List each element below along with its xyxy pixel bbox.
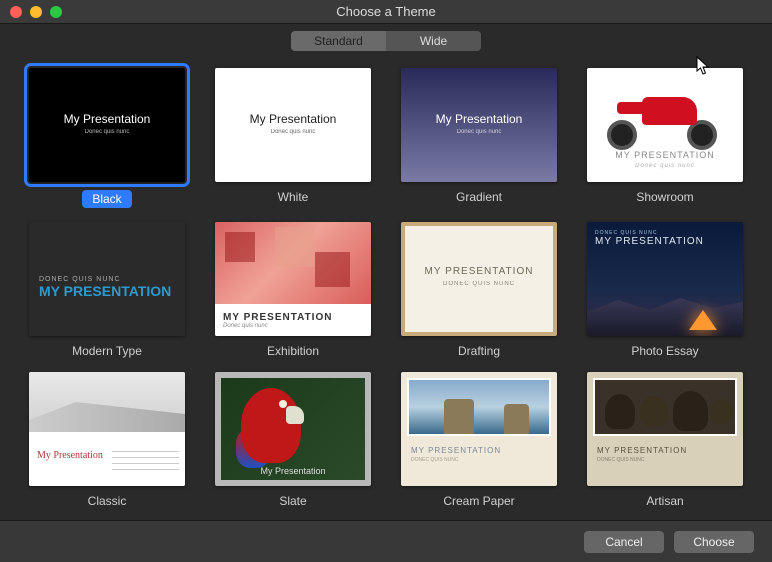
preview-subtitle: DONEC QUIS NUNC	[411, 457, 501, 463]
footer-bar: Cancel Choose	[0, 520, 772, 562]
theme-gallery: My Presentation Donec quis nunc Black My…	[0, 58, 772, 520]
preview-subtitle: Donec quis nunc	[223, 323, 371, 329]
preview-title: MY PRESENTATION	[223, 312, 371, 323]
preview-title: My Presentation	[29, 112, 185, 126]
theme-modern-type[interactable]: DONEC QUIS NUNC MY PRESENTATION Modern T…	[28, 222, 186, 358]
theme-label: Exhibition	[267, 344, 319, 358]
segment-standard[interactable]: Standard	[291, 31, 386, 51]
preview-title: My Presentation	[215, 112, 371, 126]
theme-classic[interactable]: My Presentation Classic	[28, 372, 186, 508]
preview-title: My Presentation	[37, 450, 104, 461]
parrot-graphic	[241, 388, 301, 463]
theme-photo-essay[interactable]: DONEC QUIS NUNC MY PRESENTATION Photo Es…	[586, 222, 744, 358]
preview-title: MY PRESENTATION	[595, 236, 704, 247]
theme-label: Slate	[279, 494, 306, 508]
theme-black[interactable]: My Presentation Donec quis nunc Black	[28, 68, 186, 208]
preview-subtitle: DONEC QUIS NUNC	[405, 281, 553, 287]
preview-title: MY PRESENTATION	[597, 446, 687, 455]
theme-white[interactable]: My Presentation Donec quis nunc White	[214, 68, 372, 208]
preview-subtitle: Donec quis nunc	[401, 129, 557, 135]
theme-label: Black	[82, 190, 131, 208]
preview-title: My Presentation	[401, 112, 557, 126]
theme-slate[interactable]: My Presentation Slate	[214, 372, 372, 508]
titlebar: Choose a Theme	[0, 0, 772, 24]
theme-label: Classic	[88, 494, 127, 508]
preview-subtitle: Donec quis nunc	[587, 163, 743, 169]
window-title: Choose a Theme	[336, 4, 436, 19]
motorcycle-graphic	[607, 92, 717, 142]
preview-title: MY PRESENTATION	[405, 266, 553, 277]
preview-subtitle: DONEC QUIS NUNC	[39, 276, 171, 283]
segment-wide[interactable]: Wide	[386, 31, 481, 51]
window-controls	[10, 6, 62, 18]
theme-showroom[interactable]: MY PRESENTATION Donec quis nunc Showroom	[586, 68, 744, 208]
zoom-window-button[interactable]	[50, 6, 62, 18]
theme-label: Photo Essay	[631, 344, 698, 358]
theme-gradient[interactable]: My Presentation Donec quis nunc Gradient	[400, 68, 558, 208]
theme-label: Gradient	[456, 190, 502, 204]
theme-drafting[interactable]: MY PRESENTATION DONEC QUIS NUNC Drafting	[400, 222, 558, 358]
theme-label: Cream Paper	[443, 494, 514, 508]
theme-label: Modern Type	[72, 344, 142, 358]
theme-exhibition[interactable]: MY PRESENTATION Donec quis nunc Exhibiti…	[214, 222, 372, 358]
theme-cream-paper[interactable]: MY PRESENTATION DONEC QUIS NUNC Cream Pa…	[400, 372, 558, 508]
minimize-window-button[interactable]	[30, 6, 42, 18]
preview-title: My Presentation	[221, 466, 365, 476]
choose-button[interactable]: Choose	[674, 531, 754, 553]
preview-subtitle: DONEC QUIS NUNC	[597, 457, 687, 463]
cancel-button[interactable]: Cancel	[584, 531, 664, 553]
theme-label: Drafting	[458, 344, 500, 358]
preview-title: MY PRESENTATION	[587, 150, 743, 160]
preview-title: MY PRESENTATION	[411, 446, 501, 455]
tent-graphic	[689, 310, 717, 330]
theme-artisan[interactable]: MY PRESENTATION DONEC QUIS NUNC Artisan	[586, 372, 744, 508]
close-window-button[interactable]	[10, 6, 22, 18]
preview-title: MY PRESENTATION	[39, 283, 171, 299]
preview-subtitle: Donec quis nunc	[29, 129, 185, 135]
aspect-ratio-selector: Standard Wide	[0, 24, 772, 58]
theme-label: Artisan	[646, 494, 683, 508]
theme-label: White	[278, 190, 309, 204]
preview-subtitle: Donec quis nunc	[215, 129, 371, 135]
theme-label: Showroom	[636, 190, 693, 204]
